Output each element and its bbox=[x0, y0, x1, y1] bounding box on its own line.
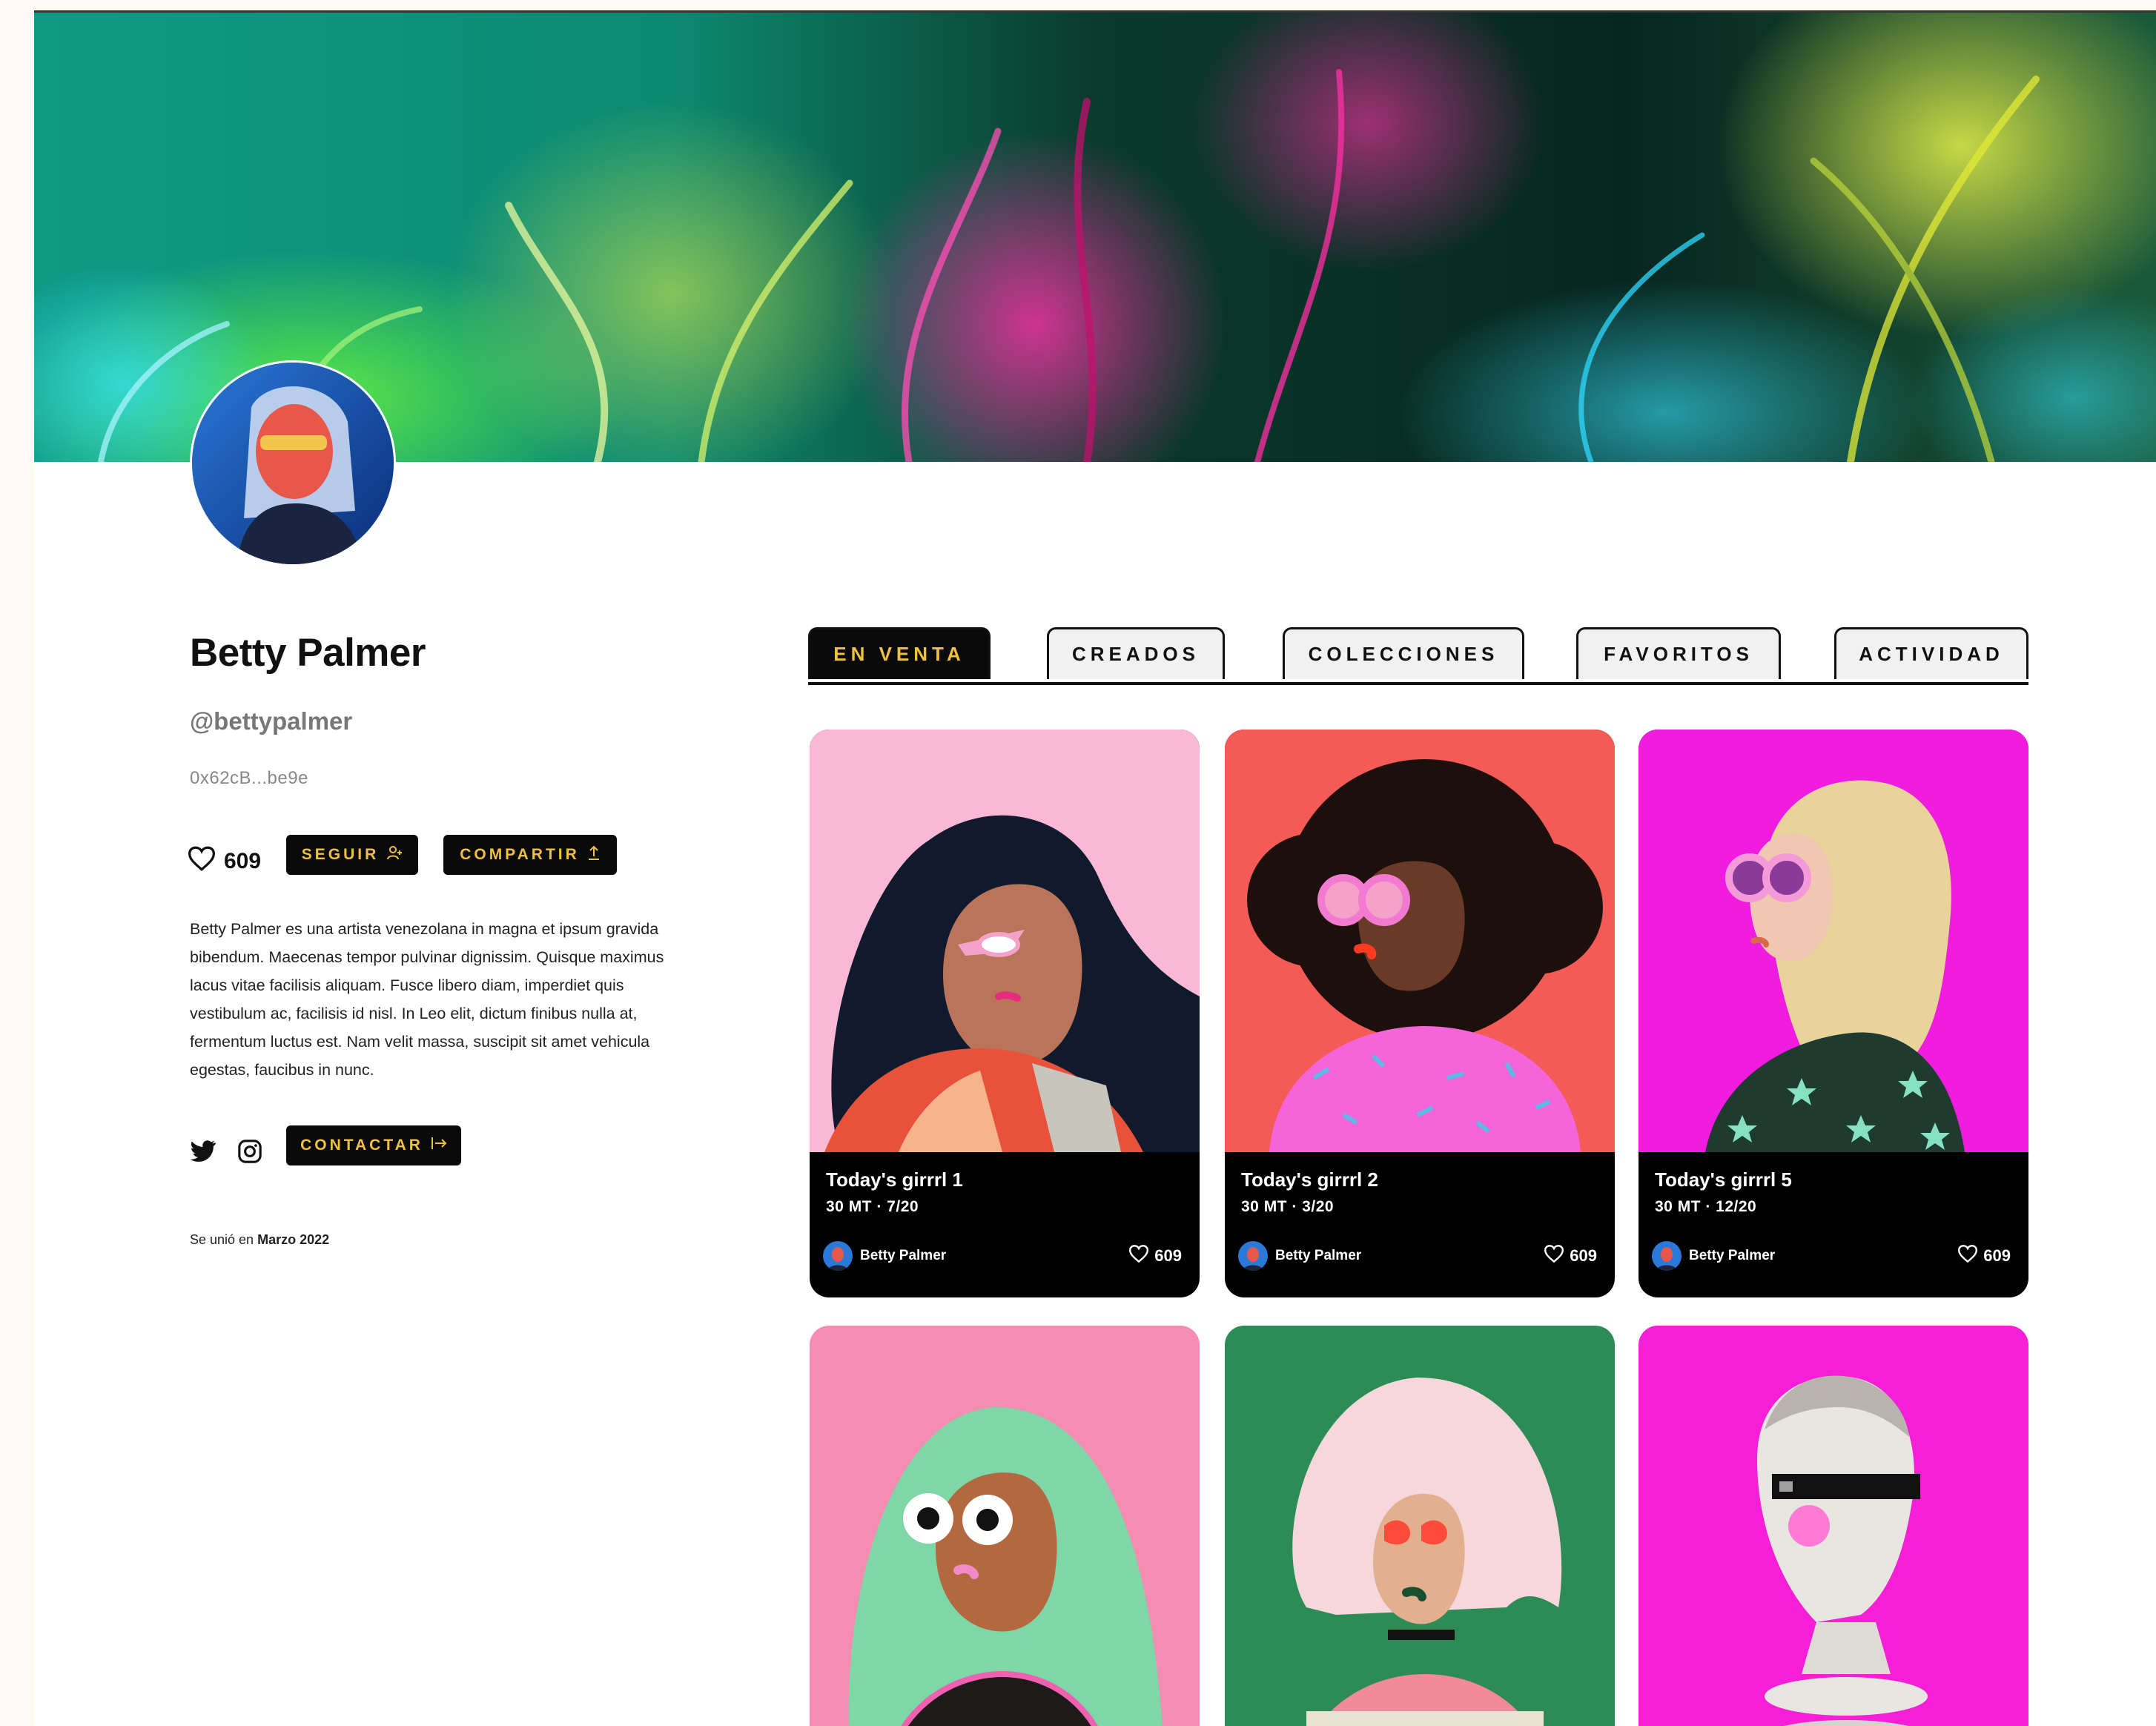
tab-favoritos[interactable]: FAVORITOS bbox=[1576, 627, 1781, 679]
share-button[interactable]: COMPARTIR bbox=[443, 835, 617, 875]
contact-arrow-icon bbox=[431, 1136, 447, 1155]
nft-author[interactable]: Betty Palmer bbox=[1238, 1241, 1361, 1271]
wallet-address[interactable]: 0x62cB...be9e bbox=[190, 768, 308, 789]
contact-button[interactable]: CONTACTAR bbox=[286, 1125, 461, 1165]
twitter-link[interactable] bbox=[187, 1137, 218, 1168]
follow-label: SEGUIR bbox=[301, 846, 380, 863]
nft-likes[interactable]: 609 bbox=[1128, 1244, 1182, 1268]
nft-author-name: Betty Palmer bbox=[1689, 1248, 1776, 1263]
share-label: COMPARTIR bbox=[460, 846, 580, 863]
nft-author[interactable]: Betty Palmer bbox=[1652, 1241, 1775, 1271]
heart-icon bbox=[1128, 1244, 1150, 1268]
nft-price: 30 MT · 3/20 bbox=[1241, 1198, 1335, 1215]
nft-card[interactable] bbox=[1639, 1326, 2028, 1726]
profile-tabs: EN VENTA CREADOS COLECCIONES FAVORITOS A… bbox=[808, 617, 2028, 685]
add-user-icon bbox=[386, 844, 403, 865]
nft-card[interactable] bbox=[1225, 1326, 1615, 1726]
joined-prefix: Se unió en bbox=[190, 1232, 254, 1247]
avatar bbox=[1652, 1241, 1682, 1271]
nft-likes[interactable]: 609 bbox=[1957, 1244, 2011, 1268]
nft-price: 30 MT · 7/20 bbox=[826, 1198, 919, 1215]
profile-name: Betty Palmer bbox=[190, 631, 426, 675]
nft-card[interactable]: Today's girrrl 2 30 MT · 3/20 Betty Palm… bbox=[1225, 730, 1615, 1297]
nft-artwork bbox=[1639, 730, 2028, 1152]
nft-card[interactable]: Today's girrrl 5 30 MT · 12/20 Betty Pal… bbox=[1639, 730, 2028, 1297]
tab-actividad[interactable]: ACTIVIDAD bbox=[1834, 627, 2028, 679]
nft-likes-count: 609 bbox=[1154, 1246, 1182, 1265]
instagram-link[interactable] bbox=[234, 1137, 265, 1168]
tab-colecciones[interactable]: COLECCIONES bbox=[1283, 627, 1524, 679]
nft-artwork bbox=[1225, 1326, 1615, 1726]
nft-author-name: Betty Palmer bbox=[1275, 1248, 1362, 1263]
twitter-icon bbox=[188, 1140, 216, 1167]
joined-date: Se unió en Marzo 2022 bbox=[190, 1232, 329, 1248]
tab-en-venta[interactable]: EN VENTA bbox=[808, 627, 991, 679]
profile-avatar bbox=[190, 360, 396, 566]
nft-likes-count: 609 bbox=[1983, 1246, 2011, 1265]
nft-title: Today's girrrl 2 bbox=[1241, 1168, 1378, 1191]
profile-bio: Betty Palmer es una artista venezolana i… bbox=[190, 920, 664, 1079]
share-icon bbox=[587, 844, 601, 865]
profile-likes-count: 609 bbox=[224, 849, 262, 873]
nft-artwork bbox=[1225, 730, 1615, 1152]
instagram-icon bbox=[237, 1139, 262, 1168]
avatar bbox=[823, 1241, 853, 1271]
nft-title: Today's girrrl 5 bbox=[1655, 1168, 1792, 1191]
nft-artwork bbox=[810, 730, 1200, 1152]
heart-icon bbox=[187, 845, 216, 878]
nft-title: Today's girrrl 1 bbox=[826, 1168, 963, 1191]
joined-value: Marzo 2022 bbox=[257, 1232, 330, 1247]
profile-likes[interactable]: 609 bbox=[187, 845, 261, 878]
nft-artwork bbox=[1639, 1326, 2028, 1726]
nft-author-name: Betty Palmer bbox=[860, 1248, 947, 1263]
contact-label: CONTACTAR bbox=[300, 1137, 423, 1154]
nft-card[interactable] bbox=[810, 1326, 1200, 1726]
heart-icon bbox=[1957, 1244, 1979, 1268]
avatar bbox=[1238, 1241, 1268, 1271]
profile-handle: @bettypalmer bbox=[190, 707, 353, 735]
nft-artwork bbox=[810, 1326, 1200, 1726]
heart-icon bbox=[1543, 1244, 1565, 1268]
nft-author[interactable]: Betty Palmer bbox=[823, 1241, 946, 1271]
follow-button[interactable]: SEGUIR bbox=[286, 835, 418, 875]
nft-card[interactable]: Today's girrrl 1 30 MT · 7/20 Betty Palm… bbox=[810, 730, 1200, 1297]
tab-creados[interactable]: CREADOS bbox=[1047, 627, 1225, 679]
profile-page: Betty Palmer @bettypalmer 0x62cB...be9e … bbox=[34, 10, 2156, 1726]
nft-likes[interactable]: 609 bbox=[1543, 1244, 1597, 1268]
nft-price: 30 MT · 12/20 bbox=[1655, 1198, 1757, 1215]
nft-likes-count: 609 bbox=[1570, 1246, 1597, 1265]
